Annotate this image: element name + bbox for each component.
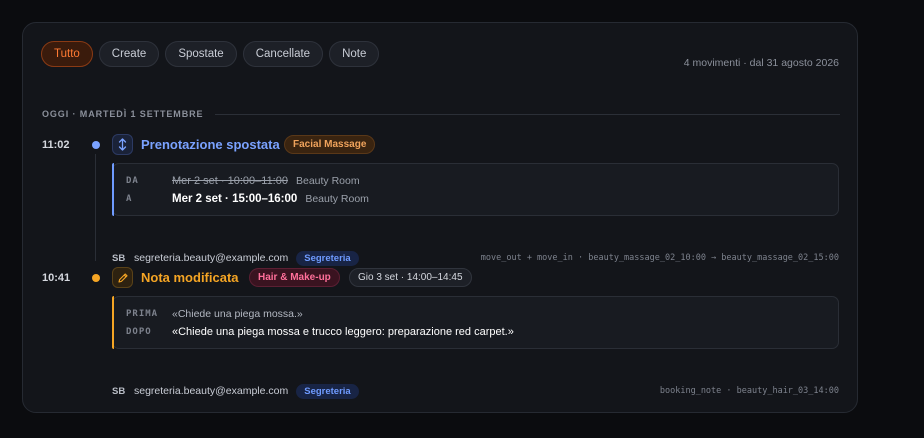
filter-created[interactable]: Create <box>98 41 160 67</box>
filter-cancelled[interactable]: Cancellate <box>242 41 324 67</box>
event-time: 11:02 <box>42 139 70 151</box>
avatar: SB <box>112 385 126 397</box>
filter-notes[interactable]: Note <box>329 41 380 67</box>
from-room: Beauty Room <box>295 175 360 187</box>
from-label: DA <box>126 176 139 186</box>
author-email: segreteria.beauty@example.com <box>134 385 289 397</box>
before-label: PRIMA <box>126 309 159 319</box>
activity-panel: Tutto Create Spostate Cancellate Note 4 … <box>22 22 858 413</box>
role-badge: Segreteria <box>296 250 359 266</box>
filter-all[interactable]: Tutto <box>41 41 93 67</box>
event-meta: SB segreteria.beauty@example.com Segrete… <box>112 249 839 267</box>
timeline-dot <box>92 274 100 282</box>
change-detail: PRIMA «Chiede una piega mossa.» DOPO «Ch… <box>112 296 839 349</box>
timeline-rail <box>95 154 96 261</box>
activity-summary: 4 movimenti · dal 31 agosto 2026 <box>683 57 839 69</box>
event-code: booking_note · beauty_hair_03_14:00 <box>659 386 839 396</box>
to-room: Beauty Room <box>305 193 369 205</box>
author-email: segreteria.beauty@example.com <box>134 252 289 264</box>
day-header-label: OGGI · MARTEDÌ 1 SETTEMBRE <box>42 109 204 119</box>
to-label: A <box>126 194 133 204</box>
service-tag: Facial Massage <box>284 135 376 154</box>
event-meta: SB segreteria.beauty@example.com Segrete… <box>112 382 839 400</box>
from-value: Mer 2 set · 10:00–11:00 <box>172 175 288 187</box>
before-value: «Chiede una piega mossa.» <box>172 308 303 320</box>
role-badge: Segreteria <box>296 383 359 399</box>
detail-accent-bar <box>112 296 114 349</box>
detail-accent-bar <box>112 163 114 216</box>
day-header-divider <box>215 113 840 115</box>
event-title: Prenotazione spostata <box>141 137 280 152</box>
day-header: OGGI · MARTEDÌ 1 SETTEMBRE <box>42 108 840 120</box>
vertical-arrows-icon <box>112 134 133 155</box>
slot-tag: Gio 3 set · 14:00–14:45 <box>349 268 472 287</box>
avatar: SB <box>112 252 126 264</box>
change-detail: DA Mer 2 set · 10:00–11:00 Beauty Room A… <box>112 163 839 216</box>
event-time: 10:41 <box>42 272 71 284</box>
after-label: DOPO <box>126 327 152 337</box>
event-title: Nota modificata <box>141 270 239 285</box>
filter-bar: Tutto Create Spostate Cancellate Note <box>41 41 380 67</box>
service-tag: Hair & Make-up <box>249 268 340 287</box>
timeline-dot <box>92 141 100 149</box>
after-value: «Chiede una piega mossa e trucco leggero… <box>172 326 514 338</box>
pencil-icon <box>112 267 133 288</box>
filter-moved[interactable]: Spostate <box>165 41 237 67</box>
event-code: move_out + move_in · beauty_massage_02_1… <box>480 253 839 263</box>
to-value: Mer 2 set · 15:00–16:00 <box>172 193 298 205</box>
